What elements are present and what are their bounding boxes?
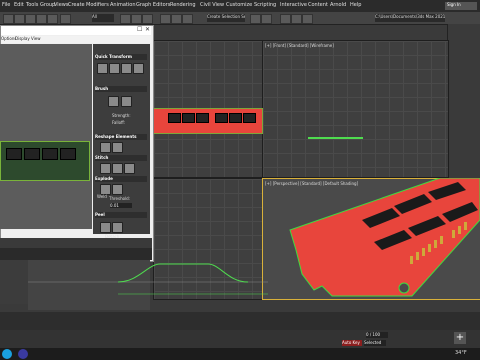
rollout-stitch[interactable]: Stitch <box>95 155 147 161</box>
status-bar: 0 / 100 Auto Key Selected + <box>0 330 480 348</box>
dialog-menu-view[interactable]: View <box>31 36 41 41</box>
memory-chip <box>243 113 256 123</box>
memory-chip <box>168 113 181 123</box>
selection-filter-dropdown[interactable]: All <box>92 14 114 22</box>
add-icon[interactable]: + <box>454 332 466 344</box>
stitch-target-icon[interactable] <box>124 163 135 174</box>
menu-customize[interactable]: Customize <box>226 2 252 8</box>
project-path-field[interactable]: C:\Users\Documents\3ds Max 2021 <box>375 14 445 22</box>
named-selection-dropdown[interactable]: Create Selection Set <box>207 14 245 22</box>
menu-group[interactable]: Group <box>40 2 55 8</box>
menu-tools[interactable]: Tools <box>26 2 38 8</box>
sign-in-button[interactable]: Sign In <box>445 2 477 10</box>
stitch-source-icon[interactable] <box>100 163 111 174</box>
rollout-peel[interactable]: Peel <box>95 212 147 218</box>
menu-edit[interactable]: Edit <box>14 2 24 8</box>
menu-create[interactable]: Create <box>68 2 85 8</box>
menu-rendering[interactable]: Rendering <box>170 2 196 8</box>
dialog-title-bar: ☐ ✕ <box>1 26 151 35</box>
app-icon[interactable] <box>18 349 28 359</box>
menu-interactive[interactable]: Interactive <box>280 2 307 8</box>
windows-taskbar: 34°F <box>0 348 480 360</box>
close-icon[interactable]: ✕ <box>145 26 150 33</box>
rollout-quick-transform[interactable]: Quick Transform <box>95 54 147 60</box>
material-editor-icon[interactable] <box>280 14 291 24</box>
menu-civil-view[interactable]: Civil View <box>200 2 224 8</box>
render-setup-icon[interactable] <box>291 14 302 24</box>
auto-key-button[interactable]: Auto Key <box>342 340 362 346</box>
threshold-label: Threshold: <box>109 196 131 201</box>
stitch-average-icon[interactable] <box>112 163 123 174</box>
viewport-front[interactable]: [+] [Front] [Standard] [Wireframe] <box>262 40 449 178</box>
menu-modifiers[interactable]: Modifiers <box>86 2 109 8</box>
viewport-front-label[interactable]: [+] [Front] [Standard] [Wireframe] <box>265 43 334 48</box>
main-menu-bar: File Edit Tools Group Views Create Modif… <box>0 0 480 12</box>
paint-brush-icon[interactable] <box>108 96 119 107</box>
align-v-icon[interactable] <box>109 63 120 74</box>
weather-text: 34°F <box>455 350 467 356</box>
bind-icon[interactable] <box>47 14 58 24</box>
falloff-label: Falloff: <box>112 120 126 125</box>
rotate-90-icon[interactable] <box>121 63 132 74</box>
memory-chip <box>182 113 195 123</box>
relax-brush-icon[interactable] <box>121 96 132 107</box>
command-panel <box>447 24 480 188</box>
selected-dropdown[interactable]: Selected <box>364 340 386 346</box>
menu-animation[interactable]: Animation <box>110 2 136 8</box>
relax-icon[interactable] <box>112 142 123 153</box>
render-icon[interactable] <box>302 14 313 24</box>
rollout-brush[interactable]: Brush <box>95 86 147 92</box>
straighten-icon[interactable] <box>100 142 111 153</box>
pcb-perspective-model <box>289 178 480 297</box>
start-icon[interactable] <box>2 349 12 359</box>
strength-label: Strength: <box>112 113 131 118</box>
curve-editor-graph <box>28 263 268 295</box>
weld-label: Weld <box>97 194 107 199</box>
frame-counter[interactable]: 0 / 100 <box>366 332 388 338</box>
percent-snap-icon[interactable] <box>182 14 193 24</box>
menu-arnold[interactable]: Arnold <box>330 2 346 8</box>
pcb-edge-front-view <box>308 137 363 139</box>
menu-file[interactable]: File <box>2 2 10 8</box>
memory-chip <box>24 148 40 160</box>
restore-icon[interactable]: ☐ <box>137 26 142 33</box>
mirror-icon[interactable] <box>250 14 261 24</box>
dialog-bottom-toolbar <box>0 238 152 248</box>
memory-chip <box>229 113 242 123</box>
quick-peel-icon[interactable] <box>100 222 111 233</box>
menu-content[interactable]: Content <box>308 2 328 8</box>
angle-snap-icon[interactable] <box>171 14 182 24</box>
align-u-icon[interactable] <box>97 63 108 74</box>
memory-chip <box>196 113 209 123</box>
memory-chip <box>215 113 228 123</box>
detach-edges-icon[interactable] <box>112 184 123 195</box>
layer-panel <box>0 260 28 304</box>
scale-uv-icon[interactable] <box>133 63 144 74</box>
rollout-explode[interactable]: Explode <box>95 176 147 182</box>
threshold-input[interactable]: 0.01 <box>110 203 132 208</box>
menu-help[interactable]: Help <box>350 2 361 8</box>
redo-icon[interactable] <box>14 14 25 24</box>
dialog-menu-bar: Options Display View <box>1 36 151 43</box>
unlink-icon[interactable] <box>36 14 47 24</box>
menu-graph-editors[interactable]: Graph Editors <box>136 2 170 8</box>
memory-chip <box>6 148 22 160</box>
menu-scripting[interactable]: Scripting <box>254 2 276 8</box>
select-icon[interactable] <box>60 14 71 24</box>
dialog-menu-display[interactable]: Display <box>15 36 30 41</box>
rotate-icon[interactable] <box>131 14 142 24</box>
uv-texture-preview <box>0 141 90 181</box>
uv-editor-canvas[interactable] <box>0 44 92 229</box>
scale-icon[interactable] <box>142 14 153 24</box>
move-icon[interactable] <box>120 14 131 24</box>
snap-icon[interactable] <box>160 14 171 24</box>
menu-views[interactable]: Views <box>54 2 68 8</box>
rollout-reshape-elements[interactable]: Reshape Elements <box>95 134 147 140</box>
align-icon[interactable] <box>261 14 272 24</box>
undo-icon[interactable] <box>3 14 14 24</box>
memory-chip <box>60 148 76 160</box>
pelt-map-icon[interactable] <box>112 222 123 233</box>
memory-chip <box>42 148 58 160</box>
link-icon[interactable] <box>25 14 36 24</box>
